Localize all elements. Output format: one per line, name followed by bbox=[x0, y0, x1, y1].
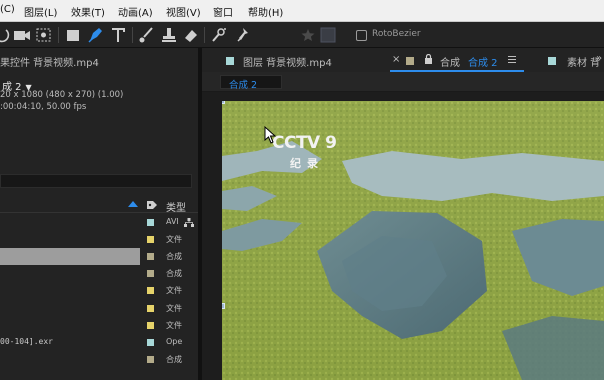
toolbar-separator bbox=[132, 27, 133, 43]
pen-tool-icon[interactable] bbox=[85, 25, 105, 45]
camera-tool-icon[interactable] bbox=[12, 25, 32, 45]
project-item-type: 文件 bbox=[166, 303, 182, 313]
label-color-swatch[interactable] bbox=[147, 270, 154, 278]
row-selection-highlight bbox=[0, 248, 140, 266]
watermark-main: CCTV 9 bbox=[272, 133, 337, 153]
project-item-row[interactable]: AVI bbox=[0, 214, 198, 231]
watermark-sub: 纪录 bbox=[290, 157, 324, 170]
comp-breadcrumb-label: 合成 2 bbox=[229, 80, 258, 91]
toolbar-separator bbox=[58, 27, 59, 43]
footage-tab-swatch bbox=[548, 57, 556, 65]
type-tool-icon[interactable] bbox=[108, 25, 128, 45]
project-item-type: AVI bbox=[166, 217, 179, 226]
square-icon[interactable] bbox=[318, 25, 338, 45]
comp-duration: :00:04:10, 50.00 fps bbox=[0, 102, 87, 112]
project-item-row[interactable]: 合成 bbox=[0, 248, 198, 266]
project-item-row[interactable]: 文件 bbox=[0, 300, 198, 317]
label-color-swatch[interactable] bbox=[147, 287, 154, 295]
comp-breadcrumb-item[interactable]: 合成 2 bbox=[220, 75, 282, 91]
comp-breadcrumb: 合成 2 bbox=[202, 72, 604, 92]
network-icon bbox=[184, 218, 194, 227]
composition-viewer[interactable]: CCTV 9 纪录 bbox=[222, 101, 604, 380]
label-color-swatch[interactable] bbox=[147, 321, 154, 329]
menu-animation[interactable]: 动画(A) bbox=[118, 4, 153, 19]
close-icon[interactable]: × bbox=[392, 54, 400, 65]
project-item-type: 文件 bbox=[166, 320, 182, 330]
rotate-tool-icon[interactable] bbox=[0, 25, 12, 45]
comp-tab-prefix[interactable]: 合成 bbox=[440, 54, 460, 69]
lock-icon[interactable] bbox=[424, 54, 433, 64]
project-item-row[interactable]: 00-104].exr Ope bbox=[0, 334, 198, 351]
label-tag-icon[interactable] bbox=[147, 200, 158, 210]
layer-tab[interactable]: 图层 背景视频.mp4 bbox=[243, 54, 332, 69]
type-column-header[interactable]: 类型 bbox=[166, 199, 186, 214]
menu-window[interactable]: 窗口 bbox=[213, 4, 233, 19]
rectangle-tool-icon[interactable] bbox=[63, 25, 83, 45]
eraser-icon[interactable] bbox=[181, 25, 201, 45]
project-item-type: Ope bbox=[166, 336, 183, 346]
project-panel: 果控件 背景视频.mp4 成 2 ▼ 20 x 1080 (480 x 270) … bbox=[0, 48, 198, 380]
star-icon[interactable] bbox=[298, 25, 318, 45]
transform-handle[interactable] bbox=[222, 303, 225, 309]
menu-layer[interactable]: 图层(L) bbox=[24, 4, 57, 19]
puppet-pin-icon[interactable] bbox=[233, 25, 253, 45]
project-item-type: 文件 bbox=[166, 235, 182, 245]
menu-help[interactable]: 帮助(H) bbox=[248, 4, 283, 19]
project-item-type: 文件 bbox=[166, 286, 182, 296]
label-color-swatch[interactable] bbox=[147, 355, 154, 363]
hamburger-menu-icon[interactable] bbox=[508, 56, 516, 63]
label-color-swatch[interactable] bbox=[147, 236, 154, 244]
project-item-row[interactable]: 文件 bbox=[0, 231, 198, 248]
menu-bar: (C) 图层(L) 效果(T) 动画(A) 视图(V) 窗口 帮助(H) bbox=[0, 0, 604, 22]
project-item-row[interactable]: 合成 bbox=[0, 351, 198, 368]
effect-controls-tab[interactable]: 果控件 背景视频.mp4 bbox=[0, 54, 99, 69]
project-item-type: 合成 bbox=[166, 252, 182, 262]
comp-tab-active[interactable]: 合成 2 bbox=[468, 54, 498, 69]
comp-resolution: 20 x 1080 (480 x 270) (1.00) bbox=[0, 90, 124, 100]
label-color-swatch[interactable] bbox=[147, 219, 154, 226]
project-item-row[interactable]: 合成 bbox=[0, 265, 198, 282]
transform-handle[interactable] bbox=[222, 101, 225, 104]
rotobezier-checkbox[interactable] bbox=[356, 30, 367, 41]
menu-edit[interactable]: (C) bbox=[0, 4, 15, 15]
pan-behind-icon[interactable] bbox=[34, 25, 54, 45]
sort-ascending-icon[interactable] bbox=[128, 201, 138, 207]
project-item-row[interactable]: 文件 bbox=[0, 317, 198, 334]
label-color-swatch[interactable] bbox=[147, 304, 154, 312]
label-color-swatch[interactable] bbox=[147, 338, 154, 346]
project-item-name: 00-104].exr bbox=[0, 336, 53, 346]
label-color-swatch[interactable] bbox=[147, 253, 154, 261]
rotobezier-label: RotoBezier bbox=[372, 29, 421, 39]
mouse-cursor-icon bbox=[264, 126, 277, 144]
project-column-header: 类型 bbox=[0, 197, 198, 214]
menu-effect[interactable]: 效果(T) bbox=[71, 4, 105, 19]
brush-tool-icon[interactable] bbox=[137, 25, 157, 45]
project-search-input[interactable] bbox=[0, 174, 192, 188]
menu-view[interactable]: 视图(V) bbox=[166, 4, 201, 19]
viewer-tab-strip: 图层 背景视频.mp4 × 合成 合成 2 素材 背 » bbox=[202, 48, 604, 72]
toolbar-separator bbox=[204, 27, 205, 43]
comp-tab-swatch bbox=[406, 57, 414, 65]
tools-toolbar: RotoBezier bbox=[0, 22, 604, 48]
project-item-row[interactable]: 文件 bbox=[0, 282, 198, 299]
cctv9-watermark: CCTV 9 纪录 bbox=[272, 133, 337, 171]
project-item-type: 合成 bbox=[166, 354, 182, 364]
project-item-type: 合成 bbox=[166, 269, 182, 279]
roto-brush-icon[interactable] bbox=[209, 25, 229, 45]
clone-stamp-icon[interactable] bbox=[159, 25, 179, 45]
chevron-right-icon[interactable]: » bbox=[596, 53, 602, 64]
layer-tab-swatch bbox=[226, 57, 234, 65]
